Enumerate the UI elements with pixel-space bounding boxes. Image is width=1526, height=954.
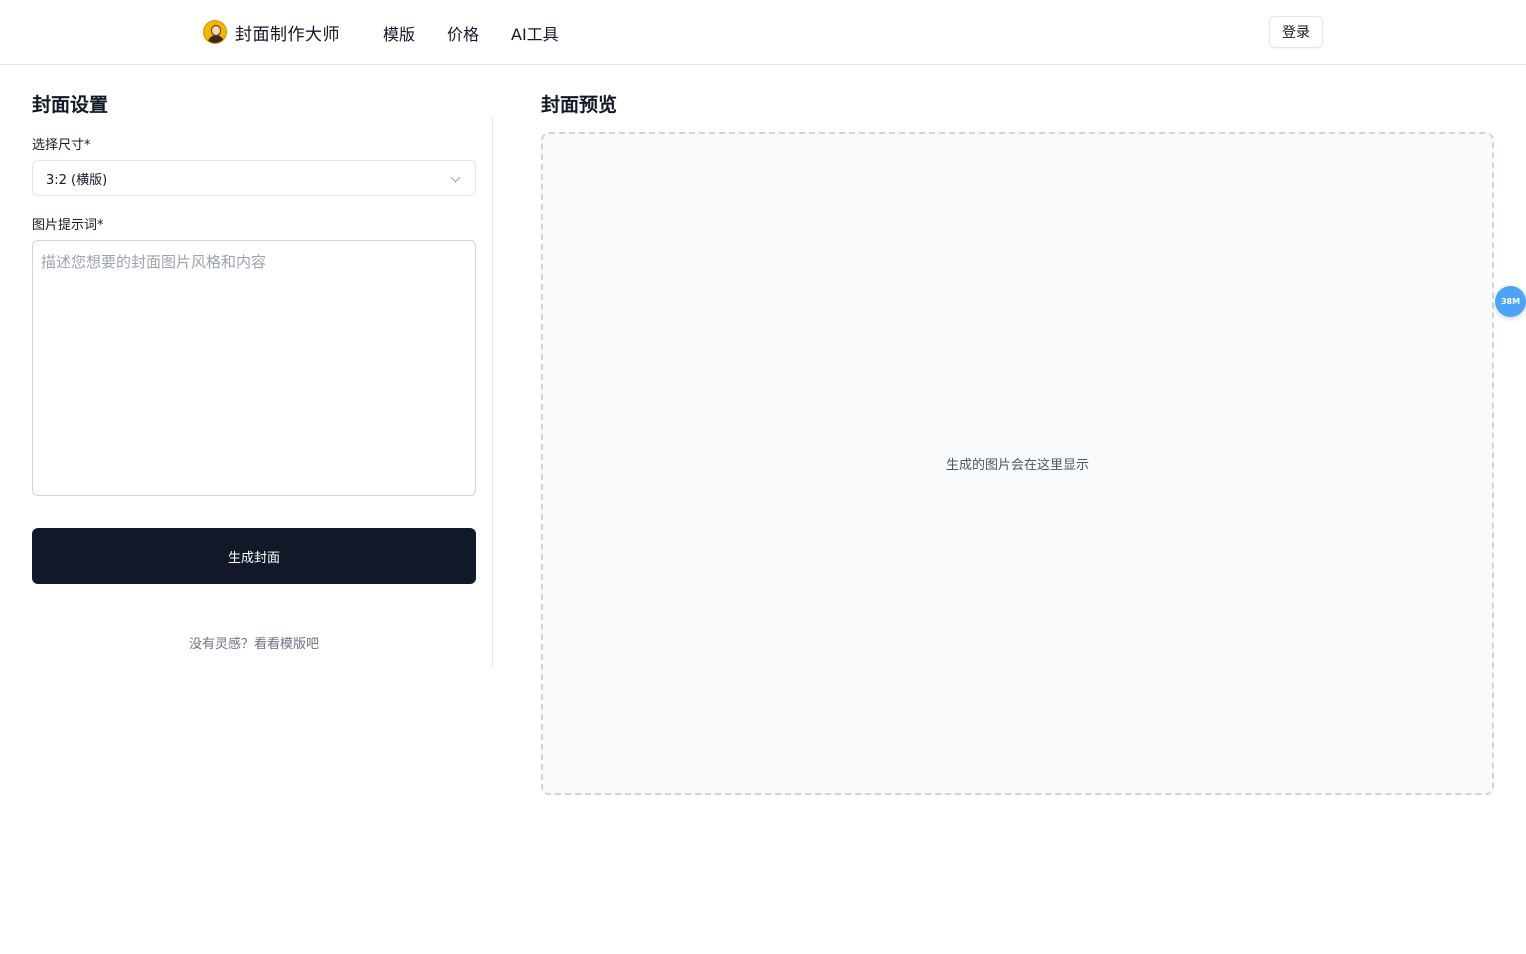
brand-name: 封面制作大师 [235, 24, 340, 45]
prompt-label: 图片提示词* [32, 218, 104, 233]
size-select-value: 3:2 (横版) [46, 172, 108, 188]
nav-item-templates[interactable]: 模版 [383, 21, 415, 45]
preview-area: 生成的图片会在这里显示 [541, 132, 1494, 795]
login-button[interactable]: 登录 [1269, 16, 1323, 48]
chevron-down-icon [450, 172, 461, 183]
nav-item-ai-tools[interactable]: AI工具 [511, 21, 559, 45]
preview-placeholder: 生成的图片会在这里显示 [945, 458, 1089, 473]
nav-item-pricing[interactable]: 价格 [447, 21, 479, 45]
logo-face [211, 25, 221, 36]
brand-logo-icon [203, 20, 227, 44]
floating-badge[interactable]: 38M [1495, 286, 1526, 317]
brand[interactable]: 封面制作大师 [203, 19, 340, 45]
panel-divider [492, 116, 493, 668]
size-label: 选择尺寸* [32, 138, 91, 153]
templates-hint-link[interactable]: 没有灵感？看看模版吧 [32, 633, 476, 652]
size-select[interactable]: 3:2 (横版) [32, 160, 476, 196]
top-header: 封面制作大师 模版 价格 AI工具 登录 [0, 0, 1526, 65]
prompt-input[interactable] [32, 240, 476, 496]
settings-title: 封面设置 [32, 94, 109, 116]
generate-cover-button[interactable]: 生成封面 [32, 528, 476, 584]
preview-title: 封面预览 [541, 94, 618, 116]
logo-body [208, 35, 224, 43]
